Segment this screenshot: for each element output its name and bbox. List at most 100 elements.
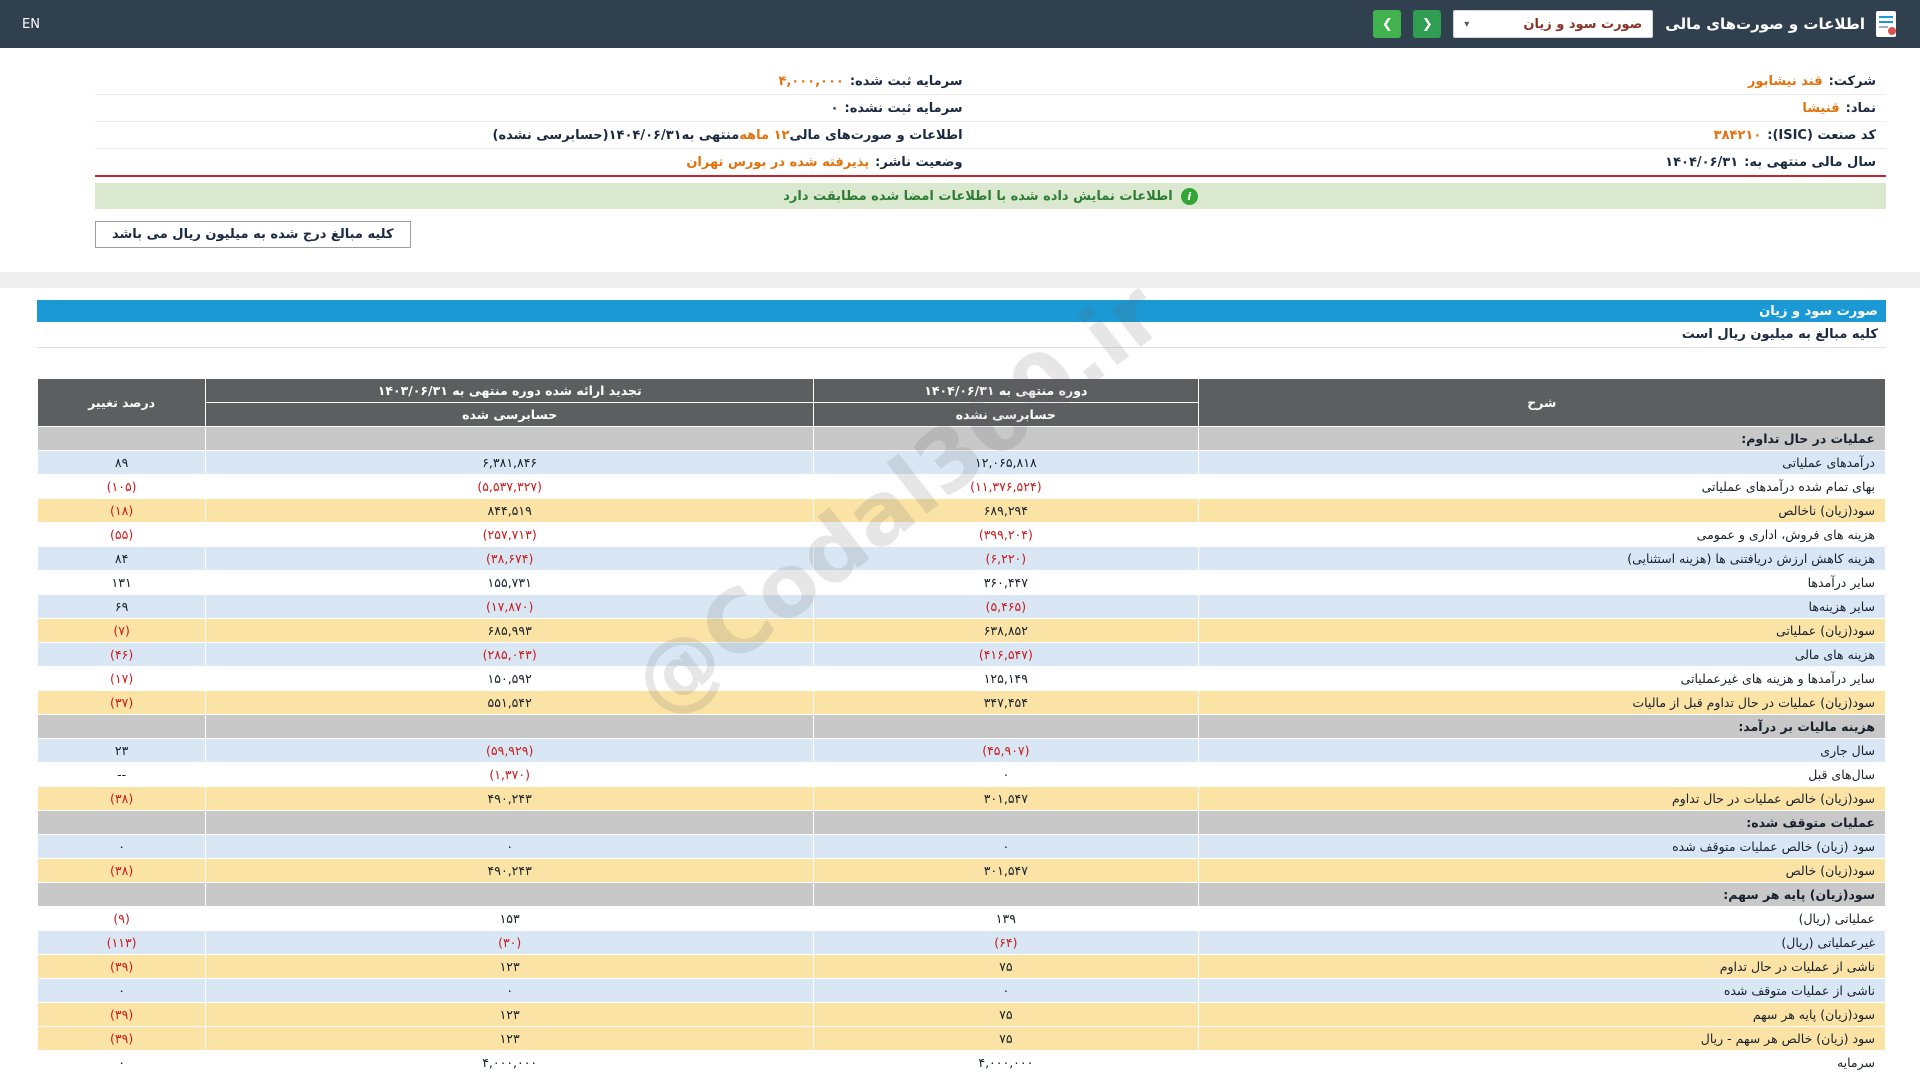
company-info-cell-right: کد صنعت (ISIC): ۳۸۴۲۱۰ [973, 122, 1886, 148]
brand: اطلاعات و صورت‌های مالی [1665, 10, 1898, 38]
statement-section: @Codal360.ir صورت سود و زیان کلیه مبالغ … [37, 300, 1886, 1075]
statement-title-bar: صورت سود و زیان [37, 300, 1886, 322]
statement-row: سود (زیان) خالص هر سهم - ریال۷۵۱۲۳(۳۹) [38, 1027, 1886, 1051]
company-info-value[interactable]: پذیرفته شده در بورس تهران [686, 155, 869, 170]
statement-row: سود(زیان) پایه هر سهم۷۵۱۲۳(۳۹) [38, 1003, 1886, 1027]
cell-current-period: ۶۳۸,۸۵۲ [814, 619, 1198, 643]
statement-row: هزینه کاهش ارزش دریافتنی ها (هزینه استثن… [38, 547, 1886, 571]
company-info-cell-right: نماد:قنیشا [973, 95, 1886, 121]
company-info-value[interactable]: ۱۲ ماهه [739, 128, 789, 143]
cell-change-percent: (۹) [38, 907, 206, 931]
statement-row: سایر درآمدها و هزینه های غیرعملیاتی۱۲۵,۱… [38, 667, 1886, 691]
cell-prior-period: (۱۷,۸۷۰) [206, 595, 814, 619]
signed-info-banner: i اطلاعات نمایش داده شده با اطلاعات امضا… [95, 183, 1886, 209]
cell-prior-period: ۸۴۴,۵۱۹ [206, 499, 814, 523]
cell-current-period: (۶۴) [814, 931, 1198, 955]
cell-change-percent: (۱۷) [38, 667, 206, 691]
statement-row: سود(زیان) خالص۳۰۱,۵۴۷۴۹۰,۲۴۳(۳۸) [38, 859, 1886, 883]
cell-description: سود(زیان) خالص [1198, 859, 1885, 883]
company-info-cell-left: سرمایه ثبت شده:۴,۰۰۰,۰۰۰ [95, 68, 973, 94]
cell-prior-period: (۲۵۷,۷۱۳) [206, 523, 814, 547]
cell-description: سایر هزینه‌ها [1198, 595, 1885, 619]
cell-current-period: ۷۵ [814, 1003, 1198, 1027]
info-icon: i [1181, 188, 1198, 205]
company-info-cell-left: سرمایه ثبت نشده:۰ [95, 95, 973, 121]
cell-prior-period: ۰ [206, 979, 814, 1003]
cell-description: هزینه کاهش ارزش دریافتنی ها (هزینه استثن… [1198, 547, 1885, 571]
cell-current-period: ۷۵ [814, 1027, 1198, 1051]
cell-current-period: ۳۰۱,۵۴۷ [814, 859, 1198, 883]
cell-prior-period: ۶۸۵,۹۹۳ [206, 619, 814, 643]
prev-statement-button[interactable]: ❮ [1413, 10, 1441, 38]
company-info-row: کد صنعت (ISIC): ۳۸۴۲۱۰ اطلاعات و صورت‌های … [95, 122, 1886, 149]
cell-current-period [814, 811, 1198, 835]
cell-prior-period [206, 811, 814, 835]
company-info-label: شرکت: [1829, 74, 1876, 89]
company-info-value: ۱۴۰۴/۰۶/۳۱ [609, 128, 682, 143]
statement-row: سود(زیان) ناخالص۶۸۹,۲۹۴۸۴۴,۵۱۹(۱۸) [38, 499, 1886, 523]
cell-change-percent: (۳۹) [38, 1027, 206, 1051]
statement-table: شرح دوره منتهی به ۱۴۰۴/۰۶/۳۱ تجدید ارائه… [37, 378, 1886, 1075]
cell-prior-period: ۵۵۱,۵۴۲ [206, 691, 814, 715]
next-statement-button[interactable]: ❯ [1373, 10, 1401, 38]
statement-unit-note: کلیه مبالغ به میلیون ریال است [37, 322, 1886, 348]
chevron-down-icon: ▾ [1464, 19, 1469, 30]
financial-report-icon [1874, 10, 1898, 38]
cell-current-period: ۰ [814, 979, 1198, 1003]
cell-prior-period [206, 715, 814, 739]
section-divider [0, 272, 1920, 288]
company-info-row: نماد:قنیشاسرمایه ثبت نشده:۰ [95, 95, 1886, 122]
cell-description: بهای تمام شده درآمدهای عملیاتی [1198, 475, 1885, 499]
company-info-value[interactable]: قند نیشابور [1748, 74, 1823, 89]
company-info-value: ۱۴۰۴/۰۶/۳۱ [1665, 155, 1738, 170]
company-info-label: وضعیت ناشر: [875, 155, 962, 170]
company-info-value: منتهی به [682, 128, 740, 143]
column-subheader-prior-audit-status: حسابرسی شده [206, 403, 814, 427]
statement-type-selected-value: صورت سود و زیان [1523, 17, 1642, 32]
statement-header: شرح دوره منتهی به ۱۴۰۴/۰۶/۳۱ تجدید ارائه… [38, 379, 1886, 427]
cell-current-period [814, 883, 1198, 907]
cell-description: هزینه های مالی [1198, 643, 1885, 667]
cell-current-period: ۱۲۵,۱۴۹ [814, 667, 1198, 691]
company-info-body: شرکت: قند نیشابور سرمایه ثبت شده:۴,۰۰۰,۰۰۰… [95, 68, 1886, 175]
statement-type-select[interactable]: صورت سود و زیان ▾ [1453, 10, 1653, 38]
company-info-cell-right: شرکت: قند نیشابور [973, 68, 1886, 94]
company-info-value[interactable]: ۴,۰۰۰,۰۰۰ [778, 74, 843, 89]
statement-section-row: هزینه مالیات بر درآمد: [38, 715, 1886, 739]
statement-row: سایر درآمدها۳۶۰,۴۴۷۱۵۵,۷۳۱۱۳۱ [38, 571, 1886, 595]
cell-current-period: ۷۵ [814, 955, 1198, 979]
cell-change-percent: (۳۸) [38, 787, 206, 811]
cell-prior-period: ۴,۰۰۰,۰۰۰ [206, 1051, 814, 1075]
column-header-change-percent: درصد تغییر [38, 379, 206, 427]
statement-section-row: عملیات متوقف شده: [38, 811, 1886, 835]
cell-description: عملیات در حال تداوم: [1198, 427, 1885, 451]
cell-change-percent: (۱۰۵) [38, 475, 206, 499]
cell-description: عملیات متوقف شده: [1198, 811, 1885, 835]
company-info-value[interactable]: ۳۸۴۲۱۰ [1714, 128, 1762, 143]
statement-row: سود (زیان) خالص عملیات متوقف شده۰۰۰ [38, 835, 1886, 859]
company-info-cell-left: وضعیت ناشر: پذیرفته شده در بورس تهران [95, 149, 973, 175]
cell-change-percent: (۳۹) [38, 1003, 206, 1027]
cell-description: سود(زیان) ناخالص [1198, 499, 1885, 523]
company-info-value[interactable]: قنیشا [1802, 101, 1839, 116]
cell-description: سود (زیان) خالص عملیات متوقف شده [1198, 835, 1885, 859]
cell-prior-period: ۶,۳۸۱,۸۴۶ [206, 451, 814, 475]
cell-prior-period: (۲۸۵,۰۴۳) [206, 643, 814, 667]
cell-current-period: ۱۳۹ [814, 907, 1198, 931]
cell-change-percent [38, 715, 206, 739]
cell-description: سایر درآمدها و هزینه های غیرعملیاتی [1198, 667, 1885, 691]
statement-row: غیرعملیاتی (ریال)(۶۴)(۳۰)(۱۱۳) [38, 931, 1886, 955]
cell-change-percent: (۵۵) [38, 523, 206, 547]
language-toggle-en[interactable]: EN [22, 17, 40, 32]
cell-change-percent: (۱۸) [38, 499, 206, 523]
company-info-label: سال مالی منتهی به: [1744, 155, 1876, 170]
statement-row: سال‌های قبل۰(۱,۳۷۰)-- [38, 763, 1886, 787]
company-info-value: اطلاعات و صورت‌های مالی [790, 128, 963, 143]
cell-change-percent: (۷) [38, 619, 206, 643]
cell-description: سود(زیان) عملیاتی [1198, 619, 1885, 643]
cell-description: هزینه مالیات بر درآمد: [1198, 715, 1885, 739]
cell-description: ناشی از عملیات در حال تداوم [1198, 955, 1885, 979]
cell-change-percent: ۸۴ [38, 547, 206, 571]
company-info-label: کد صنعت (ISIC): [1767, 128, 1876, 143]
cell-change-percent: (۳۹) [38, 955, 206, 979]
